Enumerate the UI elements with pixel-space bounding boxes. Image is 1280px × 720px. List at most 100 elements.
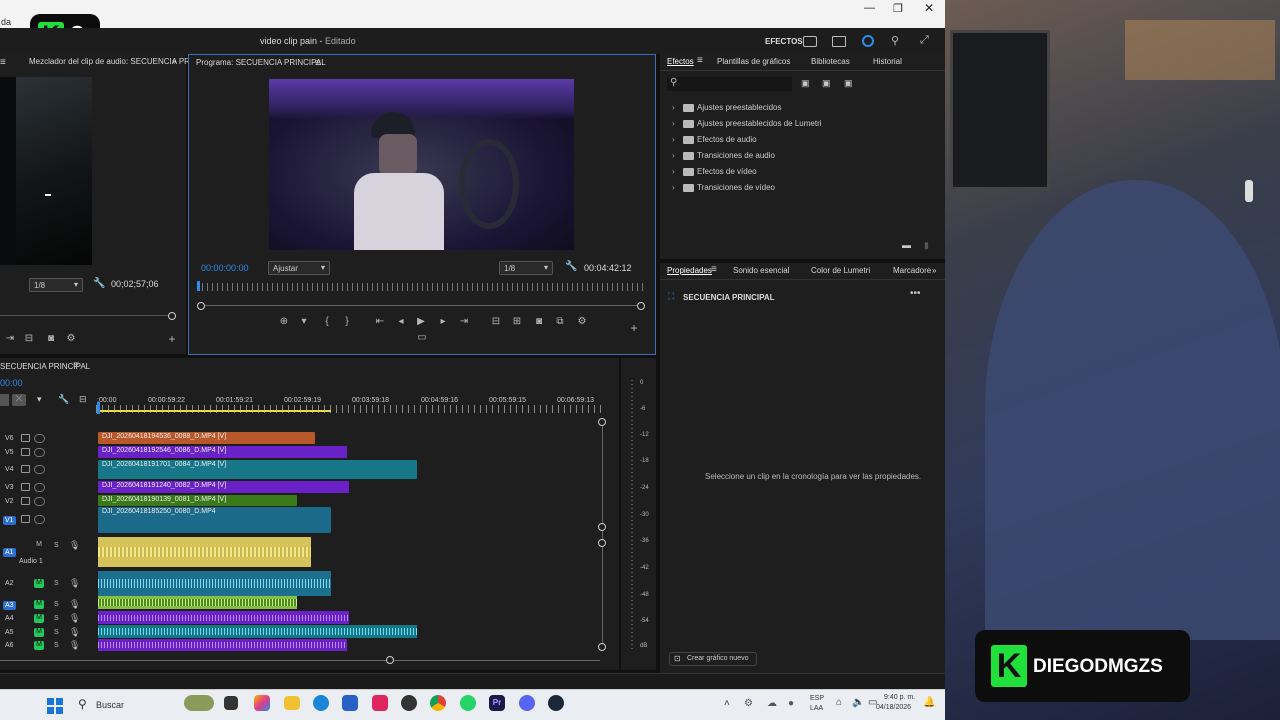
audio-track-header[interactable]: A2 M S 🎙 — [0, 578, 97, 590]
solo-button[interactable]: S — [54, 615, 59, 622]
snap-icon[interactable]: ⤫ — [12, 394, 26, 406]
wrench-icon[interactable]: 🔧 — [93, 278, 105, 289]
cloud-icon[interactable]: ☁ — [767, 698, 777, 709]
menu-icon[interactable]: ≡ — [73, 360, 79, 371]
search-icon[interactable]: ⚲ — [78, 697, 87, 711]
workspace-effects[interactable]: EFECTOS — [765, 37, 803, 46]
audio-clip-a3[interactable] — [98, 596, 297, 609]
step-forward-icon[interactable]: ▸ — [436, 316, 450, 327]
track-name[interactable]: V6 — [5, 435, 14, 442]
add-button-icon[interactable]: + — [165, 332, 179, 346]
sync-lock-icon[interactable] — [21, 497, 30, 505]
eye-icon[interactable] — [34, 448, 45, 457]
insert-icon[interactable]: ⇥ — [3, 333, 17, 344]
scroll-handle[interactable] — [598, 523, 606, 531]
chevron-up-icon[interactable]: ˄ — [724, 698, 730, 709]
scrub-end-handle[interactable] — [637, 302, 645, 310]
mute-button[interactable]: M — [34, 641, 44, 650]
playhead[interactable] — [197, 281, 200, 291]
overwrite-icon[interactable]: ⊟ — [22, 333, 36, 344]
create-graphic-button[interactable]: ⊡ Crear gráfico nuevo — [669, 652, 757, 666]
preset-filter-icon[interactable]: ▣ — [801, 78, 810, 89]
accel-filter-icon[interactable]: ▣ — [844, 78, 853, 89]
eye-icon[interactable] — [34, 515, 45, 524]
lift-icon[interactable]: ⊟ — [489, 316, 503, 327]
solo-button[interactable]: S — [54, 642, 59, 649]
edge-icon[interactable] — [313, 695, 329, 711]
effects-search-input[interactable]: ⚲ — [667, 77, 792, 91]
tab-graphics-templates[interactable]: Plantillas de gráficos — [717, 57, 790, 66]
menu-icon[interactable]: ≡ — [315, 58, 321, 69]
source-panel-title[interactable]: Mezclador del clip de audio: SECUENCIA P… — [29, 57, 190, 66]
mic-icon[interactable]: 🎙 — [69, 599, 80, 610]
volume-icon[interactable]: 🔈 — [852, 697, 864, 708]
settings-icon[interactable]: ⚙ — [64, 333, 78, 344]
clip-v5[interactable]: DJI_20260418192546_0086_D.MP4 [V] — [98, 446, 347, 458]
sync-lock-icon[interactable] — [21, 448, 30, 456]
video-track-header[interactable]: V6 — [0, 433, 97, 445]
source-zoom-select[interactable]: 1/8 — [29, 278, 83, 292]
track-name[interactable]: A5 — [5, 629, 14, 636]
extract-icon[interactable]: ⊞ — [510, 316, 524, 327]
video-track-header[interactable]: V1 — [0, 514, 97, 526]
video-track-header[interactable]: V3 — [0, 482, 97, 494]
video-track-header[interactable]: V4 — [0, 464, 97, 476]
eye-icon[interactable] — [34, 465, 45, 474]
sync-lock-icon[interactable] — [21, 434, 30, 442]
mic-icon[interactable]: 🎙 — [69, 613, 80, 624]
panel-icon[interactable] — [803, 36, 817, 47]
mic-icon[interactable]: 🎙 — [69, 540, 80, 551]
notifications-icon[interactable]: 🔔 — [923, 697, 935, 708]
mic-icon[interactable]: 🎙 — [69, 578, 80, 589]
camera-icon[interactable]: ◙ — [44, 333, 58, 344]
lang-secondary[interactable]: LAA — [810, 705, 823, 712]
chrome-icon[interactable] — [430, 695, 446, 711]
folder-icon[interactable] — [284, 696, 300, 710]
audio-track-header[interactable]: A3 M S 🎙 — [0, 599, 97, 611]
program-scrubber[interactable] — [197, 302, 645, 310]
menu-icon[interactable]: ≡ — [0, 57, 6, 68]
minimize-icon[interactable]: — — [864, 2, 875, 14]
clock-time[interactable]: 9:40 p. m. — [884, 694, 915, 701]
clip-v4[interactable]: DJI_20260418191701_0084_D.MP4 [V] — [98, 460, 417, 479]
sync-lock-icon[interactable] — [21, 465, 30, 473]
lang-primary[interactable]: ESP — [810, 695, 824, 702]
network-icon[interactable]: ⌂ — [836, 697, 842, 708]
progress-icon[interactable] — [862, 35, 874, 47]
timeline-vertical-scrollbar[interactable] — [602, 420, 603, 650]
audio-clip-a6[interactable] — [98, 639, 347, 651]
app-icon[interactable] — [401, 695, 417, 711]
clip-v6[interactable]: DJI_20260418194536_0088_D.MP4 [V] — [98, 432, 315, 444]
scroll-handle[interactable] — [598, 418, 606, 426]
wrench-icon[interactable]: 🔧 — [565, 261, 577, 272]
wrench-icon[interactable]: 🔧 — [58, 394, 69, 405]
zoom-in-icon[interactable]: ⊕ — [277, 316, 291, 327]
maximize-icon[interactable]: ❐ — [893, 2, 903, 15]
scrub-start-handle[interactable] — [197, 302, 205, 310]
copilot-icon[interactable] — [254, 695, 270, 711]
tab-markers[interactable]: Marcadore — [893, 266, 931, 275]
timeline-current-timecode[interactable]: 00:00 — [0, 378, 23, 388]
clip-v3[interactable]: DJI_20260418191240_0082_D.MP4 [V] — [98, 481, 349, 493]
clip-v1[interactable]: DJI_20260418185250_0080_D.MP4 — [98, 507, 331, 533]
tab-libraries[interactable]: Bibliotecas — [811, 57, 850, 66]
audio-clip-a2[interactable] — [98, 571, 331, 596]
share-icon[interactable] — [832, 36, 846, 47]
mute-button[interactable]: M — [34, 541, 44, 550]
track-name[interactable]: V5 — [5, 449, 14, 456]
eye-icon[interactable] — [34, 497, 45, 506]
tool-icon[interactable] — [0, 394, 9, 406]
mic-icon[interactable]: 🎙 — [69, 640, 80, 651]
eye-icon[interactable] — [34, 483, 45, 492]
mute-button[interactable]: M — [34, 628, 44, 637]
track-name[interactable]: V1 — [3, 516, 16, 525]
scrub-handle[interactable] — [168, 312, 176, 320]
add-button-icon[interactable]: + — [627, 321, 641, 335]
export-frame-icon[interactable]: ◙ — [532, 316, 546, 327]
mic-icon[interactable]: 🎙 — [69, 627, 80, 638]
sync-lock-icon[interactable] — [21, 483, 30, 491]
whatsapp-icon[interactable] — [460, 695, 476, 711]
marker-icon[interactable]: ▾ — [37, 394, 42, 405]
scroll-handle[interactable] — [598, 539, 606, 547]
discord-icon[interactable] — [519, 695, 535, 711]
